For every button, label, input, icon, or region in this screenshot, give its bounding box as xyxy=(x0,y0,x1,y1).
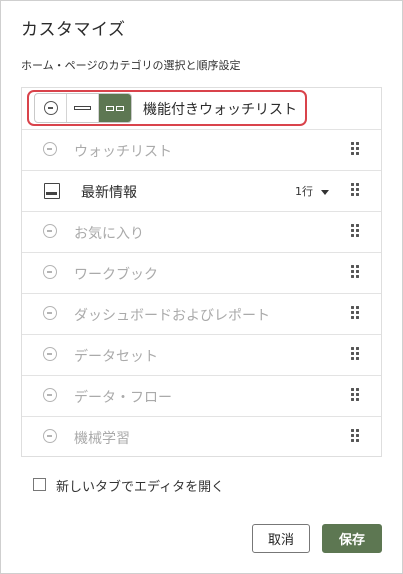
double-bar-icon xyxy=(106,106,114,111)
narrow-option-button[interactable] xyxy=(67,94,99,122)
category-row-workbooks: ワークブック xyxy=(22,252,381,293)
minus-circle-icon[interactable] xyxy=(43,224,57,238)
category-label: データ・フロー xyxy=(74,390,172,406)
category-label: ダッシュボードおよびレポート xyxy=(74,308,270,324)
news-icon[interactable] xyxy=(44,183,60,199)
category-label: ウォッチリスト xyxy=(74,144,172,160)
open-in-new-tab-checkbox[interactable] xyxy=(33,478,46,491)
rows-count-select[interactable]: 1行 xyxy=(295,183,329,199)
wide-option-button[interactable] xyxy=(99,94,131,122)
category-label: 最新情報 xyxy=(81,185,137,201)
hide-option-button[interactable] xyxy=(35,94,67,122)
minus-circle-icon[interactable] xyxy=(43,429,57,443)
drag-handle-icon[interactable] xyxy=(351,142,359,158)
minus-circle-icon[interactable] xyxy=(43,347,57,361)
category-label: ワークブック xyxy=(74,267,158,283)
category-list: 機能付きウォッチリスト ウォッチリスト 最新情報 1行 お気に入り ワークブック xyxy=(21,87,382,457)
open-in-new-tab-label: 新しいタブでエディタを開く xyxy=(56,480,225,495)
drag-handle-icon[interactable] xyxy=(351,429,359,445)
dialog-subtitle: ホーム・ページのカテゴリの選択と順序設定 xyxy=(21,59,241,72)
category-row-favorites: お気に入り xyxy=(22,211,381,252)
single-bar-icon xyxy=(74,106,91,110)
category-label: お気に入り xyxy=(74,226,144,242)
category-label: データセット xyxy=(74,349,158,365)
minus-circle-icon[interactable] xyxy=(43,388,57,402)
category-row-watchlist: ウォッチリスト xyxy=(22,129,381,170)
cancel-button[interactable]: 取消 xyxy=(252,524,310,553)
category-row-machine-learning: 機械学習 xyxy=(22,416,381,457)
dialog-title: カスタマイズ xyxy=(21,20,126,40)
category-row-featured-watchlist: 機能付きウォッチリスト xyxy=(22,88,381,129)
category-label: 機械学習 xyxy=(74,431,130,447)
customize-dialog: カスタマイズ ホーム・ページのカテゴリの選択と順序設定 機能付きウォッチリスト xyxy=(0,0,403,574)
chevron-down-icon xyxy=(321,189,329,195)
minus-circle-icon[interactable] xyxy=(43,306,57,320)
category-row-datasets: データセット xyxy=(22,334,381,375)
category-row-news: 最新情報 1行 xyxy=(22,170,381,211)
drag-handle-icon[interactable] xyxy=(351,347,359,363)
layout-segmented-control[interactable] xyxy=(34,93,132,123)
minus-circle-icon[interactable] xyxy=(43,142,57,156)
category-row-dashboards-reports: ダッシュボードおよびレポート xyxy=(22,293,381,334)
category-row-data-flows: データ・フロー xyxy=(22,375,381,416)
minus-circle-icon xyxy=(44,101,58,115)
drag-handle-icon[interactable] xyxy=(351,183,359,199)
drag-handle-icon[interactable] xyxy=(351,265,359,281)
drag-handle-icon[interactable] xyxy=(351,306,359,322)
drag-handle-icon[interactable] xyxy=(351,388,359,404)
minus-circle-icon[interactable] xyxy=(43,265,57,279)
drag-handle-icon[interactable] xyxy=(351,224,359,240)
save-button[interactable]: 保存 xyxy=(322,524,382,553)
category-label: 機能付きウォッチリスト xyxy=(143,102,297,118)
